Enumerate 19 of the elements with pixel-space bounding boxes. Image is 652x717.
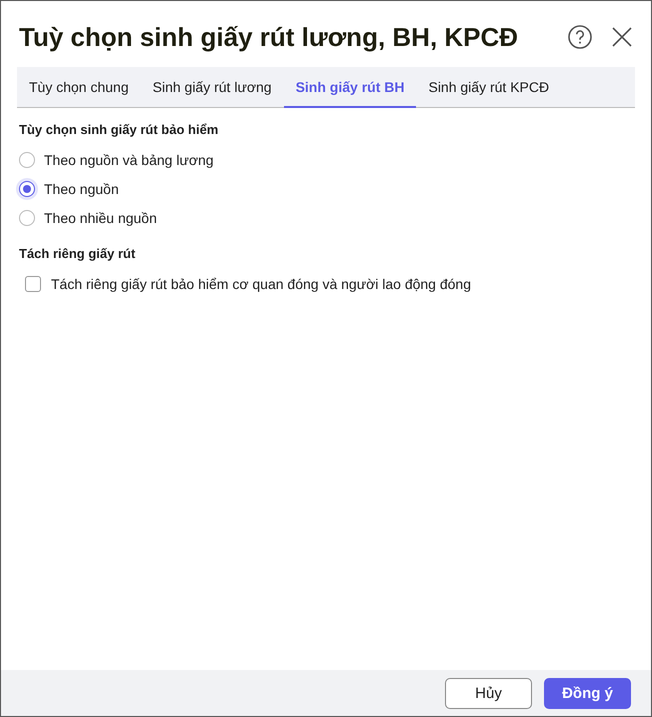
help-icon[interactable] <box>567 24 593 50</box>
tab[interactable]: Sinh giấy rút BH <box>284 67 416 108</box>
tab[interactable]: Sinh giấy rút lương <box>140 67 284 108</box>
cancel-button[interactable]: Hủy <box>445 678 532 708</box>
radio-button[interactable] <box>19 180 35 196</box>
tab[interactable]: Sinh giấy rút KPCĐ <box>416 67 562 108</box>
option-label: Theo nguồn và bảng lương <box>44 152 214 168</box>
ok-button[interactable]: Đồng ý <box>544 678 631 708</box>
option-label: Tách riêng giấy rút bảo hiểm cơ quan đóng và người lao động đóng <box>51 276 472 292</box>
radio-button[interactable] <box>19 152 35 168</box>
section-heading: Tùy chọn sinh giấy rút bảo hiểm <box>19 122 220 137</box>
option-label: Theo nhiều nguồn <box>44 210 157 226</box>
close-icon[interactable] <box>611 26 633 48</box>
window-title: Tuỳ chọn sinh giấy rút lương, BH, KPCĐ <box>19 22 520 52</box>
checkbox[interactable] <box>25 276 41 292</box>
radio-button[interactable] <box>19 210 35 226</box>
section-heading: Tách riêng giấy rút <box>19 246 136 261</box>
option-label: Theo nguồn <box>44 180 119 196</box>
tab[interactable]: Tùy chọn chung <box>17 67 141 108</box>
